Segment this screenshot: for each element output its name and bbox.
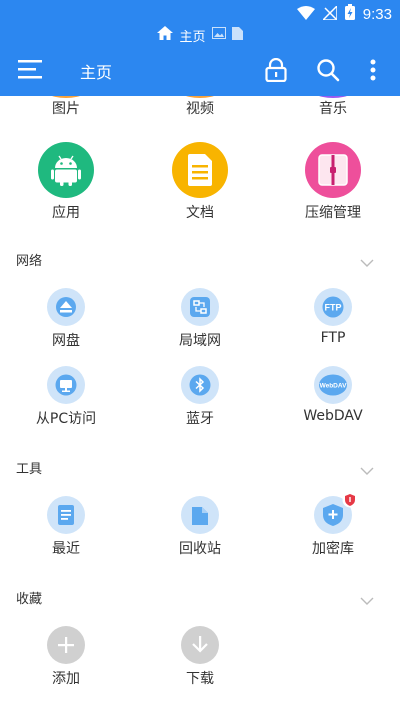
tool-recycle-bin[interactable]: 回收站 — [145, 496, 255, 558]
home-content[interactable]: 图片 视频 音乐 应用 文档 压缩管理 网络 网盘 局域网 FTP FTP 从P… — [0, 96, 400, 710]
pc-monitor-icon — [47, 366, 85, 404]
tool-label: 加密库 — [312, 541, 354, 557]
plus-icon — [47, 626, 85, 664]
network-pc-access[interactable]: 从PC访问 — [11, 366, 121, 428]
ftp-icon: FTP — [314, 288, 352, 326]
chevron-down-icon[interactable] — [360, 590, 374, 609]
favorite-add[interactable]: 添加 — [11, 626, 121, 688]
svg-text:WebDAV: WebDAV — [320, 383, 348, 390]
page-title: 主页 — [80, 63, 113, 82]
tool-recent[interactable]: 最近 — [11, 496, 121, 558]
network-lan[interactable]: 局域网 — [145, 288, 255, 350]
category-documents[interactable]: 文档 — [145, 142, 255, 222]
category-row-top: 图片 视频 音乐 — [0, 96, 400, 122]
category-apps[interactable]: 应用 — [11, 142, 121, 222]
toolbar: 主页 — [0, 48, 400, 92]
shield-vault-icon — [314, 492, 358, 534]
lan-icon — [181, 288, 219, 326]
cloud-drive-icon — [47, 288, 85, 326]
category-row: 应用 文档 压缩管理 — [0, 142, 400, 222]
favorites-row: 添加 下载 — [0, 626, 400, 688]
network-section-header[interactable]: 网络 — [0, 246, 400, 272]
category-images[interactable]: 图片 — [11, 96, 121, 118]
recent-files-icon — [47, 496, 85, 534]
network-label: 网盘 — [52, 333, 80, 349]
search-icon — [317, 59, 340, 82]
network-row-1: 网盘 局域网 FTP FTP — [0, 288, 400, 350]
favorites-section-header[interactable]: 收藏 — [0, 584, 400, 610]
network-label: 从PC访问 — [35, 411, 97, 427]
network-cloud-drive[interactable]: 网盘 — [11, 288, 121, 350]
lock-button[interactable] — [262, 56, 290, 84]
more-vertical-icon — [370, 59, 376, 81]
android-icon — [38, 142, 94, 198]
bluetooth-icon — [181, 366, 219, 404]
network-ftp[interactable]: FTP FTP — [278, 288, 388, 346]
tool-label: 最近 — [52, 541, 80, 557]
category-label: 压缩管理 — [305, 205, 361, 221]
more-options-button[interactable] — [359, 56, 387, 84]
category-label: 文档 — [186, 205, 214, 221]
home-icon — [157, 26, 174, 44]
category-label: 应用 — [52, 205, 80, 221]
network-label: 蓝牙 — [186, 411, 214, 427]
tool-label: 回收站 — [179, 541, 221, 557]
archive-book-icon — [305, 142, 361, 198]
wifi-icon — [296, 5, 315, 24]
tool-vault[interactable]: 加密库 — [278, 492, 388, 558]
tools-row: 最近 回收站 加密库 — [0, 492, 400, 558]
image-icon — [211, 27, 226, 43]
network-row-2: 从PC访问 蓝牙 WebDAV WebDAV — [0, 366, 400, 428]
document-icon — [231, 26, 243, 44]
favorite-label: 添加 — [52, 671, 80, 687]
tools-section-header[interactable]: 工具 — [0, 454, 400, 480]
network-webdav[interactable]: WebDAV WebDAV — [278, 366, 388, 424]
network-label: FTP — [320, 330, 346, 346]
section-title: 收藏 — [16, 592, 43, 607]
category-videos[interactable]: 视频 — [145, 96, 255, 118]
breadcrumb[interactable]: 主页 — [0, 24, 400, 46]
recycle-bin-icon — [181, 496, 219, 534]
section-title: 工具 — [16, 462, 43, 477]
network-bluetooth[interactable]: 蓝牙 — [145, 366, 255, 428]
chevron-down-icon[interactable] — [360, 252, 374, 271]
category-music[interactable]: 音乐 — [278, 96, 388, 118]
lock-icon — [265, 58, 287, 82]
battery-charging-icon — [344, 4, 355, 24]
download-icon — [181, 626, 219, 664]
favorite-label: 下载 — [186, 671, 214, 687]
document-file-icon — [172, 142, 228, 198]
no-signal-icon — [320, 3, 338, 24]
network-label: WebDAV — [303, 408, 363, 424]
category-archives[interactable]: 压缩管理 — [278, 142, 388, 222]
breadcrumb-home-label: 主页 — [179, 29, 206, 45]
section-title: 网络 — [16, 254, 43, 269]
network-label: 局域网 — [179, 333, 221, 349]
category-label: 图片 — [52, 101, 80, 117]
category-label: 音乐 — [319, 101, 347, 117]
category-label: 视频 — [186, 101, 214, 117]
menu-button[interactable] — [18, 58, 44, 82]
app-header: 9:33 主页 主页 — [0, 0, 400, 96]
hamburger-menu-icon — [18, 60, 42, 79]
favorite-download[interactable]: 下载 — [145, 626, 255, 688]
status-icons: 9:33 — [296, 3, 392, 24]
chevron-down-icon[interactable] — [360, 460, 374, 479]
webdav-icon: WebDAV — [314, 366, 352, 404]
svg-text:FTP: FTP — [325, 303, 342, 313]
status-time: 9:33 — [362, 5, 392, 23]
search-button[interactable] — [314, 56, 342, 84]
vault-alert-badge-icon — [342, 492, 358, 512]
